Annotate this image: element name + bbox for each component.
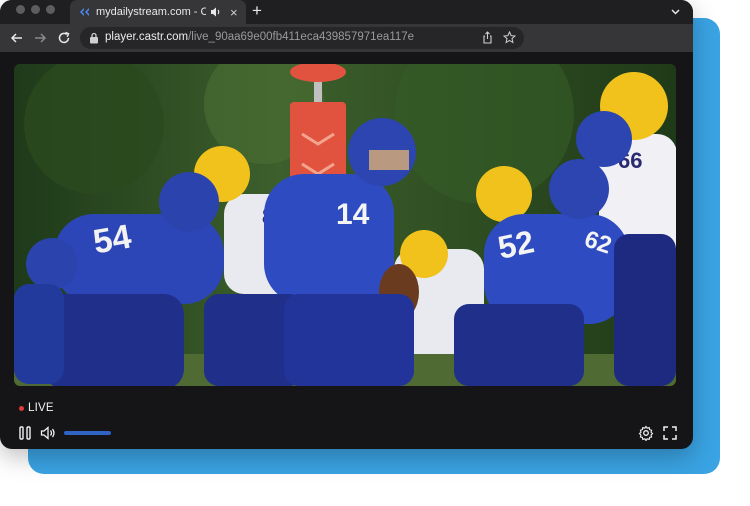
- browser-window: mydailystream.com - Castr × +: [0, 0, 693, 449]
- castr-logo-icon: [80, 8, 89, 16]
- minimize-window-button[interactable]: [31, 5, 40, 14]
- bookmark-star-icon[interactable]: [503, 31, 516, 44]
- share-icon[interactable]: [481, 31, 494, 44]
- url-host: player.castr.com: [105, 31, 189, 43]
- football-game-video: 82 66 54 14 52: [14, 64, 676, 386]
- back-arrow-icon[interactable]: [9, 30, 25, 46]
- tab-bar: mydailystream.com - Castr × +: [0, 0, 693, 24]
- reload-icon[interactable]: [56, 30, 72, 46]
- fullscreen-icon[interactable]: [662, 425, 678, 441]
- url-path: /live_90aa69e00fb411eca439857971ea117e: [188, 31, 415, 43]
- video-frame[interactable]: 82 66 54 14 52: [14, 64, 676, 386]
- browser-tab[interactable]: mydailystream.com - Castr ×: [70, 0, 246, 24]
- svg-text:52: 52: [495, 223, 537, 266]
- tab-close-icon[interactable]: ×: [230, 6, 238, 19]
- pause-icon[interactable]: [17, 425, 33, 441]
- live-indicator: LIVE: [19, 402, 54, 414]
- volume-icon[interactable]: [40, 425, 56, 441]
- settings-gear-icon[interactable]: [638, 425, 654, 441]
- svg-text:54: 54: [90, 217, 134, 261]
- speaker-icon[interactable]: [210, 6, 222, 18]
- forward-arrow-icon[interactable]: [32, 30, 48, 46]
- new-tab-button[interactable]: +: [252, 2, 262, 20]
- volume-slider[interactable]: [64, 431, 111, 435]
- url-text: player.castr.com/live_90aa69e00fb411eca4…: [105, 31, 414, 43]
- chevron-down-icon[interactable]: [670, 6, 681, 17]
- browser-toolbar: player.castr.com/live_90aa69e00fb411eca4…: [0, 24, 693, 52]
- tab-title: mydailystream.com - Castr: [96, 6, 206, 18]
- live-label: LIVE: [28, 402, 54, 414]
- maximize-window-button[interactable]: [46, 5, 55, 14]
- address-bar[interactable]: player.castr.com/live_90aa69e00fb411eca4…: [80, 27, 524, 49]
- close-window-button[interactable]: [16, 5, 25, 14]
- live-dot-icon: [19, 405, 24, 411]
- lock-icon: [90, 32, 98, 44]
- svg-text:14: 14: [336, 198, 370, 231]
